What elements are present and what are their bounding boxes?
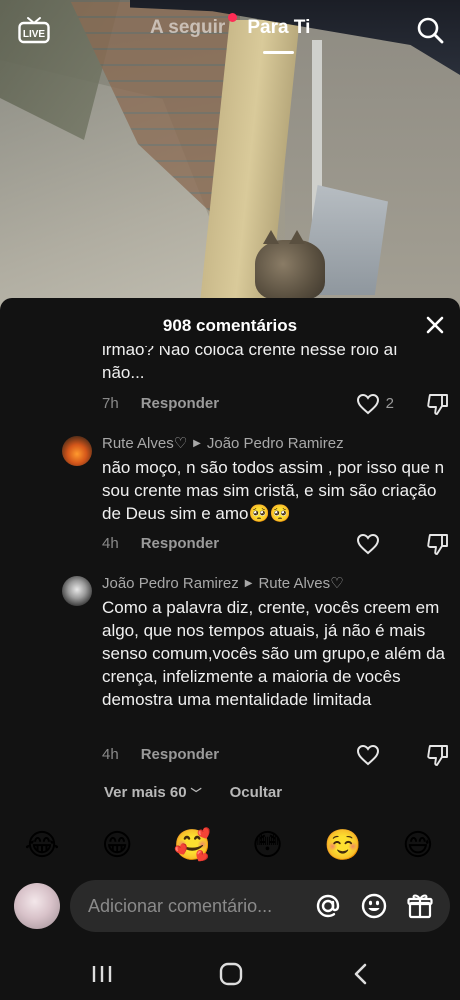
emoji-smiling[interactable]: ☺️	[323, 828, 363, 868]
comment-meta: 4h Responder	[102, 535, 219, 552]
comment-text: Como a palavra diz, crente, vocês creem …	[102, 598, 446, 709]
gift-icon[interactable]	[406, 892, 434, 920]
comment-text-line: não...	[102, 363, 145, 382]
hide-replies-button[interactable]: Ocultar	[230, 784, 283, 801]
comment-meta: 7h Responder	[102, 395, 219, 412]
notification-dot	[228, 13, 237, 22]
avatar[interactable]	[62, 576, 92, 606]
quick-emoji-bar: 😂 😁 🥰 😳 ☺️ 😅	[0, 828, 460, 868]
live-tv-icon[interactable]: LIVE	[18, 16, 50, 44]
tab-for-you-label: Para Ti	[247, 17, 311, 38]
comment-text-partial: irmão? Não coloca crente nesse rolo aí n…	[102, 346, 442, 384]
screen: { "header": { "tabs": [ {"label": "A seg…	[0, 0, 460, 1000]
recent-apps-icon[interactable]	[89, 962, 115, 986]
avatar[interactable]	[62, 436, 92, 466]
comment-author-line: João Pedro Ramirez ▶ Rute Alves♡	[102, 574, 344, 593]
view-more-label: Ver mais 60	[104, 784, 187, 801]
my-avatar[interactable]	[14, 883, 60, 929]
reply-to-user[interactable]: Rute Alves♡	[258, 574, 343, 592]
back-icon[interactable]	[349, 962, 375, 986]
comment-input-placeholder: Adicionar comentário...	[88, 896, 273, 916]
comment-author-line: Rute Alves♡ ▶ João Pedro Ramirez	[102, 434, 344, 453]
emoji-grin[interactable]: 😁	[97, 828, 137, 868]
comment-text-line: irmão? Não coloca crente nesse rolo aí	[102, 346, 398, 359]
view-more-replies-button[interactable]: Ver mais 60 ﹀	[104, 784, 202, 801]
reply-arrow-icon: ▶	[244, 577, 253, 589]
comment-author[interactable]: João Pedro Ramirez	[102, 575, 239, 592]
emoji-tears-of-joy[interactable]: 😂	[22, 828, 62, 868]
emoji-icon[interactable]	[360, 892, 388, 920]
comment-meta: 4h Responder	[102, 746, 219, 763]
thumbs-down-icon[interactable]	[426, 532, 450, 556]
replies-controls: Ver mais 60 ﹀ Ocultar	[104, 784, 282, 801]
reply-button[interactable]: Responder	[141, 535, 219, 552]
heart-icon[interactable]	[356, 744, 380, 766]
search-icon[interactable]	[416, 16, 444, 44]
reply-arrow-icon: ▶	[193, 437, 201, 449]
comment-composer: Adicionar comentário...	[0, 878, 460, 934]
thumbs-down-icon[interactable]	[426, 743, 450, 767]
emoji-sweat-smile[interactable]: 😅	[398, 828, 438, 868]
comment-input[interactable]: Adicionar comentário...	[70, 880, 450, 932]
system-nav-bar	[0, 948, 460, 1000]
chevron-down-icon: ﹀	[190, 788, 202, 800]
like-count: 2	[385, 395, 394, 412]
reply-to-user[interactable]: João Pedro Ramirez	[207, 435, 344, 452]
svg-text:LIVE: LIVE	[23, 29, 46, 40]
emoji-hearts[interactable]: 🥰	[172, 828, 212, 868]
comments-count-title: 908 comentários	[162, 316, 298, 335]
comment-time: 4h	[102, 535, 119, 552]
comments-sheet: 908 comentários irmão? Não coloca crente…	[0, 298, 460, 1000]
close-icon[interactable]	[422, 312, 448, 338]
mention-icon[interactable]	[314, 892, 342, 920]
tab-following[interactable]: A seguir	[150, 17, 225, 39]
emoji-flushed[interactable]: 😳	[248, 828, 288, 868]
home-icon[interactable]	[218, 962, 244, 986]
hide-label: Ocultar	[229, 784, 283, 801]
tab-for-you[interactable]: Para Ti	[247, 17, 311, 54]
comment-time: 4h	[102, 746, 119, 763]
comments-list[interactable]: irmão? Não coloca crente nesse rolo aí n…	[0, 346, 460, 814]
comment-author[interactable]: Rute Alves♡	[102, 434, 187, 452]
thumbs-down-icon[interactable]	[426, 392, 450, 416]
top-bar: LIVE A seguir Para Ti	[0, 0, 460, 60]
heart-icon[interactable]	[356, 393, 380, 415]
comment-text: não moço, n são todos assim , por isso q…	[102, 458, 445, 523]
active-tab-indicator	[263, 51, 295, 54]
heart-icon[interactable]	[356, 533, 380, 555]
reply-button[interactable]: Responder	[141, 746, 219, 763]
comment-time: 7h	[102, 395, 119, 412]
cat	[255, 230, 325, 300]
reply-button[interactable]: Responder	[141, 395, 219, 412]
